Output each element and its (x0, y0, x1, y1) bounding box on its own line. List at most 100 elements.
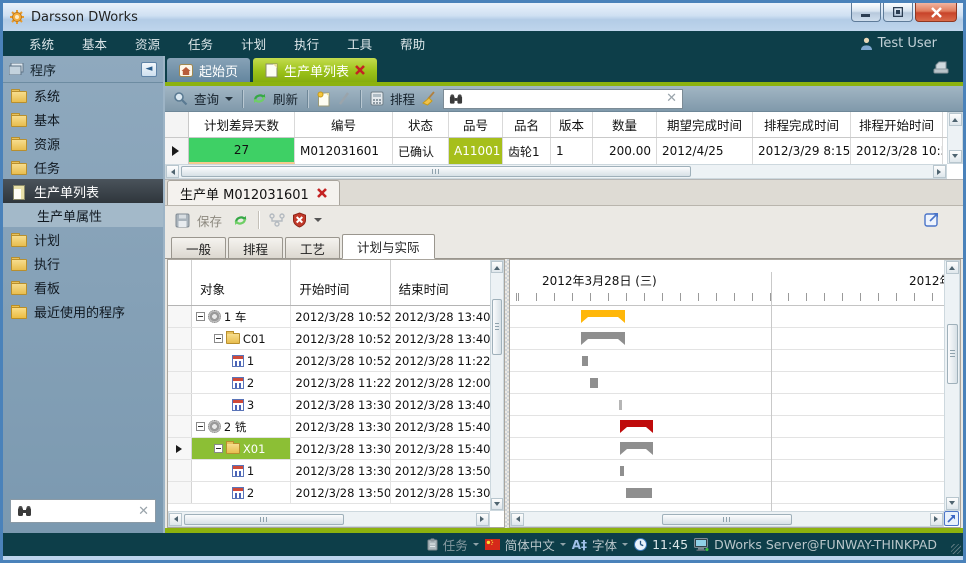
menu-item[interactable]: 计划 (227, 34, 280, 53)
gantt-summary-bar[interactable] (620, 420, 653, 433)
orders-grid-row[interactable]: 27M012031601已确认A11001齿轮11200.002012/4/25… (165, 138, 947, 164)
gantt-summary-bar[interactable] (620, 442, 653, 455)
menu-item[interactable]: 基本 (68, 34, 121, 53)
column-header[interactable]: 数量 (593, 112, 657, 137)
tree-row[interactable]: 1 车2012/3/28 10:522012/3/28 13:40 (168, 306, 490, 328)
tree-object-cell[interactable]: 2 (192, 482, 292, 503)
scroll-right-button[interactable] (930, 513, 943, 526)
clear-search-icon[interactable]: ✕ (666, 91, 677, 106)
scroll-up-button[interactable] (949, 113, 962, 126)
resize-grip[interactable] (951, 544, 961, 554)
tree-row[interactable]: 32012/3/28 13:302012/3/28 13:40 (168, 394, 490, 416)
tree-vertical-scrollbar[interactable] (490, 260, 504, 511)
expand-collapse-icon[interactable] (196, 312, 205, 321)
column-object[interactable]: 对象 (192, 260, 291, 305)
tree-horizontal-scrollbar[interactable] (168, 511, 490, 527)
scroll-left-button[interactable] (169, 513, 182, 526)
close-detail-tab-icon[interactable] (317, 188, 327, 198)
subtab-process[interactable]: 工艺 (285, 237, 340, 258)
tree-row[interactable]: 2 铣2012/3/28 13:302012/3/28 15:40 (168, 416, 490, 438)
tree-row[interactable]: 22012/3/28 11:222012/3/28 12:00 (168, 372, 490, 394)
edit-pencil-icon[interactable] (337, 91, 351, 106)
broom-icon[interactable] (421, 91, 437, 106)
column-header[interactable]: 期望完成时间 (657, 112, 753, 137)
tab-start-page[interactable]: 起始页 (167, 58, 250, 82)
expand-collapse-icon[interactable] (196, 422, 205, 431)
gantt-popup-icon[interactable] (944, 511, 959, 526)
shield-dropdown-caret[interactable] (314, 218, 322, 226)
minimize-button[interactable] (851, 3, 881, 22)
column-header[interactable]: 排程完成时间 (753, 112, 851, 137)
orders-horizontal-scrollbar[interactable] (165, 164, 947, 179)
column-header[interactable]: 品号 (449, 112, 503, 137)
menu-item[interactable]: 工具 (333, 34, 386, 53)
scroll-down-button[interactable] (949, 150, 962, 163)
column-header[interactable]: 状态 (393, 112, 449, 137)
gantt-task-bar[interactable] (619, 400, 622, 410)
column-header[interactable]: 计划差异天数 (189, 112, 295, 137)
gantt-summary-bar[interactable] (581, 310, 625, 323)
scroll-up-button[interactable] (946, 261, 959, 274)
tree-object-cell[interactable]: 3 (192, 394, 292, 415)
open-in-window-icon[interactable] (924, 210, 941, 227)
column-end-time[interactable]: 结束时间 (391, 260, 490, 305)
refresh-icon[interactable] (233, 213, 248, 228)
scroll-down-button[interactable] (491, 498, 503, 510)
tree-row[interactable]: C012012/3/28 10:522012/3/28 13:40 (168, 328, 490, 350)
language-menu[interactable]: 简体中文 (485, 535, 566, 554)
tree-object-cell[interactable]: 1 (192, 460, 292, 481)
tree-row[interactable]: 12012/3/28 10:522012/3/28 11:22 (168, 350, 490, 372)
scroll-left-button[interactable] (511, 513, 524, 526)
close-tab-icon[interactable] (355, 65, 365, 75)
tree-row[interactable]: 12012/3/28 13:302012/3/28 13:50 (168, 460, 490, 482)
column-start-time[interactable]: 开始时间 (291, 260, 390, 305)
sidebar-item[interactable]: 任务 (3, 155, 163, 179)
menu-item[interactable]: 执行 (280, 34, 333, 53)
scroll-right-button[interactable] (933, 165, 946, 178)
menu-item[interactable]: 资源 (121, 34, 174, 53)
orders-search-input[interactable]: ✕ (443, 89, 683, 109)
sidebar-item[interactable]: 基本 (3, 107, 163, 131)
sidebar-item[interactable]: 生产单属性 (3, 203, 163, 227)
tree-object-cell[interactable]: C01 (192, 328, 291, 349)
tree-object-cell[interactable]: 2 铣 (192, 416, 291, 437)
gantt-task-bar[interactable] (590, 378, 598, 388)
current-user[interactable]: Test User (860, 36, 951, 51)
sidebar-search-box[interactable]: ✕ (10, 499, 156, 523)
gantt-summary-bar[interactable] (581, 332, 625, 345)
sidebar-item[interactable]: 看板 (3, 275, 163, 299)
refresh-icon[interactable] (252, 91, 267, 106)
subtab-general[interactable]: 一般 (171, 237, 226, 258)
tree-row[interactable]: 22012/3/28 13:502012/3/28 15:30 (168, 482, 490, 504)
tree-object-cell[interactable]: X01 (192, 438, 291, 459)
gantt-vertical-scrollbar[interactable] (944, 260, 960, 511)
expand-collapse-icon[interactable] (214, 334, 223, 343)
gantt-task-bar[interactable] (620, 466, 624, 476)
font-menu[interactable]: A‡ 字体 (572, 535, 628, 554)
tree-object-cell[interactable]: 1 车 (192, 306, 291, 327)
sidebar-item[interactable]: 生产单列表 (3, 179, 163, 203)
menu-item[interactable]: 任务 (174, 34, 227, 53)
tree-object-cell[interactable]: 2 (192, 372, 292, 393)
subtab-plan-vs-actual[interactable]: 计划与实际 (342, 234, 435, 259)
cancel-shield-icon[interactable] (292, 212, 307, 228)
gantt-task-bar[interactable] (582, 356, 588, 366)
refresh-button[interactable]: 刷新 (273, 89, 298, 108)
save-button[interactable]: 保存 (197, 211, 222, 230)
tab-production-order-list[interactable]: 生产单列表 (253, 58, 377, 82)
query-dropdown-caret[interactable] (225, 97, 233, 105)
column-header[interactable]: 排程开始时间 (851, 112, 943, 137)
schedule-calculator-icon[interactable] (370, 91, 384, 106)
subtab-schedule[interactable]: 排程 (228, 237, 283, 258)
scroll-up-button[interactable] (491, 261, 503, 273)
scroll-right-button[interactable] (476, 513, 489, 526)
schedule-button[interactable]: 排程 (390, 89, 415, 108)
gantt-horizontal-scrollbar[interactable] (510, 511, 944, 527)
task-status-menu[interactable]: 任务 (427, 535, 479, 554)
clear-search-icon[interactable]: ✕ (138, 504, 149, 519)
column-header[interactable]: 编号 (295, 112, 393, 137)
expand-collapse-icon[interactable] (214, 444, 223, 453)
detail-doc-tab[interactable]: 生产单 M012031601 (167, 180, 340, 205)
column-header[interactable]: 品名 (503, 112, 551, 137)
menu-item[interactable]: 系统 (15, 34, 68, 53)
